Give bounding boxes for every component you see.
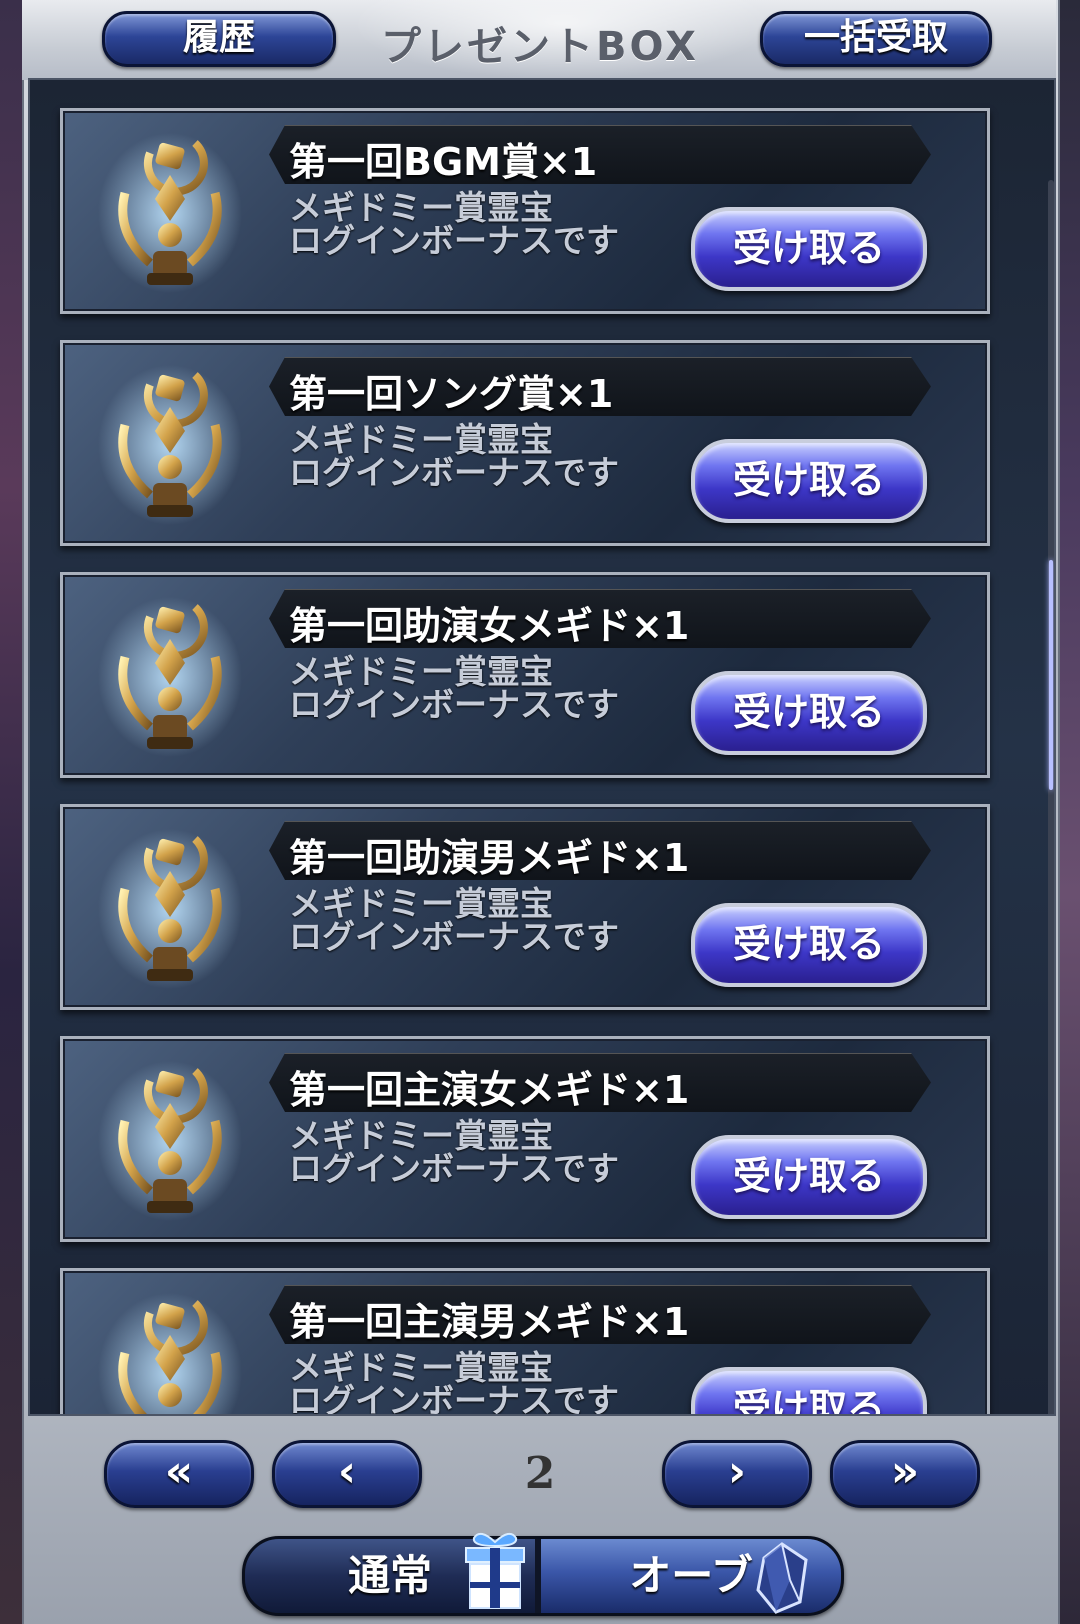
list-item: 第一回ソング賞×1 メギドミー賞霊宝 ログインボーナスです 受け取る <box>60 340 990 546</box>
receive-button[interactable]: 受け取る <box>691 671 927 755</box>
trophy-icon <box>98 829 242 989</box>
history-button[interactable]: 履歴 <box>102 11 336 67</box>
item-desc-line2: ログインボーナスです <box>289 453 619 492</box>
item-title: 第一回主演男メギド×1 <box>289 1300 690 1344</box>
trophy-icon <box>98 597 242 757</box>
gift-icon <box>465 1532 525 1609</box>
trophy-icon <box>98 365 242 525</box>
item-title: 第一回BGM賞×1 <box>289 140 598 184</box>
item-desc-line1: メギドミー賞霊宝 <box>289 1348 553 1387</box>
page-number: 2 <box>524 1448 556 1499</box>
last-page-button[interactable]: » <box>830 1440 980 1508</box>
receive-button[interactable]: 受け取る <box>691 1367 927 1414</box>
prev-page-button[interactable]: ‹ <box>272 1440 422 1508</box>
item-desc-line1: メギドミー賞霊宝 <box>289 884 553 923</box>
crystal-icon <box>756 1542 808 1614</box>
receive-button[interactable]: 受け取る <box>691 1135 927 1219</box>
item-desc-line2: ログインボーナスです <box>289 1149 619 1188</box>
scrollbar-track[interactable] <box>1048 180 1054 1414</box>
item-description: メギドミー賞霊宝 ログインボーナスです <box>289 887 619 953</box>
item-description: メギドミー賞霊宝 ログインボーナスです <box>289 1119 619 1185</box>
list-item: 第一回BGM賞×1 メギドミー賞霊宝 ログインボーナスです 受け取る <box>60 108 990 314</box>
item-title: 第一回主演女メギド×1 <box>289 1068 690 1112</box>
trophy-icon <box>98 1293 242 1414</box>
present-list[interactable]: 第一回BGM賞×1 メギドミー賞霊宝 ログインボーナスです 受け取る 第一回ソン… <box>28 78 1056 1416</box>
item-desc-line1: メギドミー賞霊宝 <box>289 420 553 459</box>
bulk-receive-button[interactable]: 一括受取 <box>760 11 992 67</box>
list-item: 第一回主演男メギド×1 メギドミー賞霊宝 ログインボーナスです 受け取る <box>60 1268 990 1416</box>
next-page-button[interactable]: › <box>662 1440 812 1508</box>
list-item: 第一回助演女メギド×1 メギドミー賞霊宝 ログインボーナスです 受け取る <box>60 572 990 778</box>
item-desc-line2: ログインボーナスです <box>289 1381 619 1416</box>
item-description: メギドミー賞霊宝 ログインボーナスです <box>289 423 619 489</box>
first-page-button[interactable]: « <box>104 1440 254 1508</box>
list-item: 第一回助演男メギド×1 メギドミー賞霊宝 ログインボーナスです 受け取る <box>60 804 990 1010</box>
item-title: 第一回ソング賞×1 <box>289 372 614 416</box>
receive-button[interactable]: 受け取る <box>691 903 927 987</box>
item-desc-line1: メギドミー賞霊宝 <box>289 652 553 691</box>
item-description: メギドミー賞霊宝 ログインボーナスです <box>289 191 619 257</box>
trophy-icon <box>98 133 242 293</box>
item-desc-line2: ログインボーナスです <box>289 221 619 260</box>
list-item: 第一回主演女メギド×1 メギドミー賞霊宝 ログインボーナスです 受け取る <box>60 1036 990 1242</box>
receive-button[interactable]: 受け取る <box>691 439 927 523</box>
item-desc-line2: ログインボーナスです <box>289 685 619 724</box>
scrollbar-thumb[interactable] <box>1049 560 1053 790</box>
item-desc-line1: メギドミー賞霊宝 <box>289 188 553 227</box>
item-description: メギドミー賞霊宝 ログインボーナスです <box>289 1348 619 1416</box>
item-title: 第一回助演女メギド×1 <box>289 604 690 648</box>
item-desc-line2: ログインボーナスです <box>289 917 619 956</box>
receive-button[interactable]: 受け取る <box>691 207 927 291</box>
trophy-icon <box>98 1061 242 1221</box>
item-title: 第一回助演男メギド×1 <box>289 836 690 880</box>
item-desc-line1: メギドミー賞霊宝 <box>289 1116 553 1155</box>
item-description: メギドミー賞霊宝 ログインボーナスです <box>289 655 619 721</box>
